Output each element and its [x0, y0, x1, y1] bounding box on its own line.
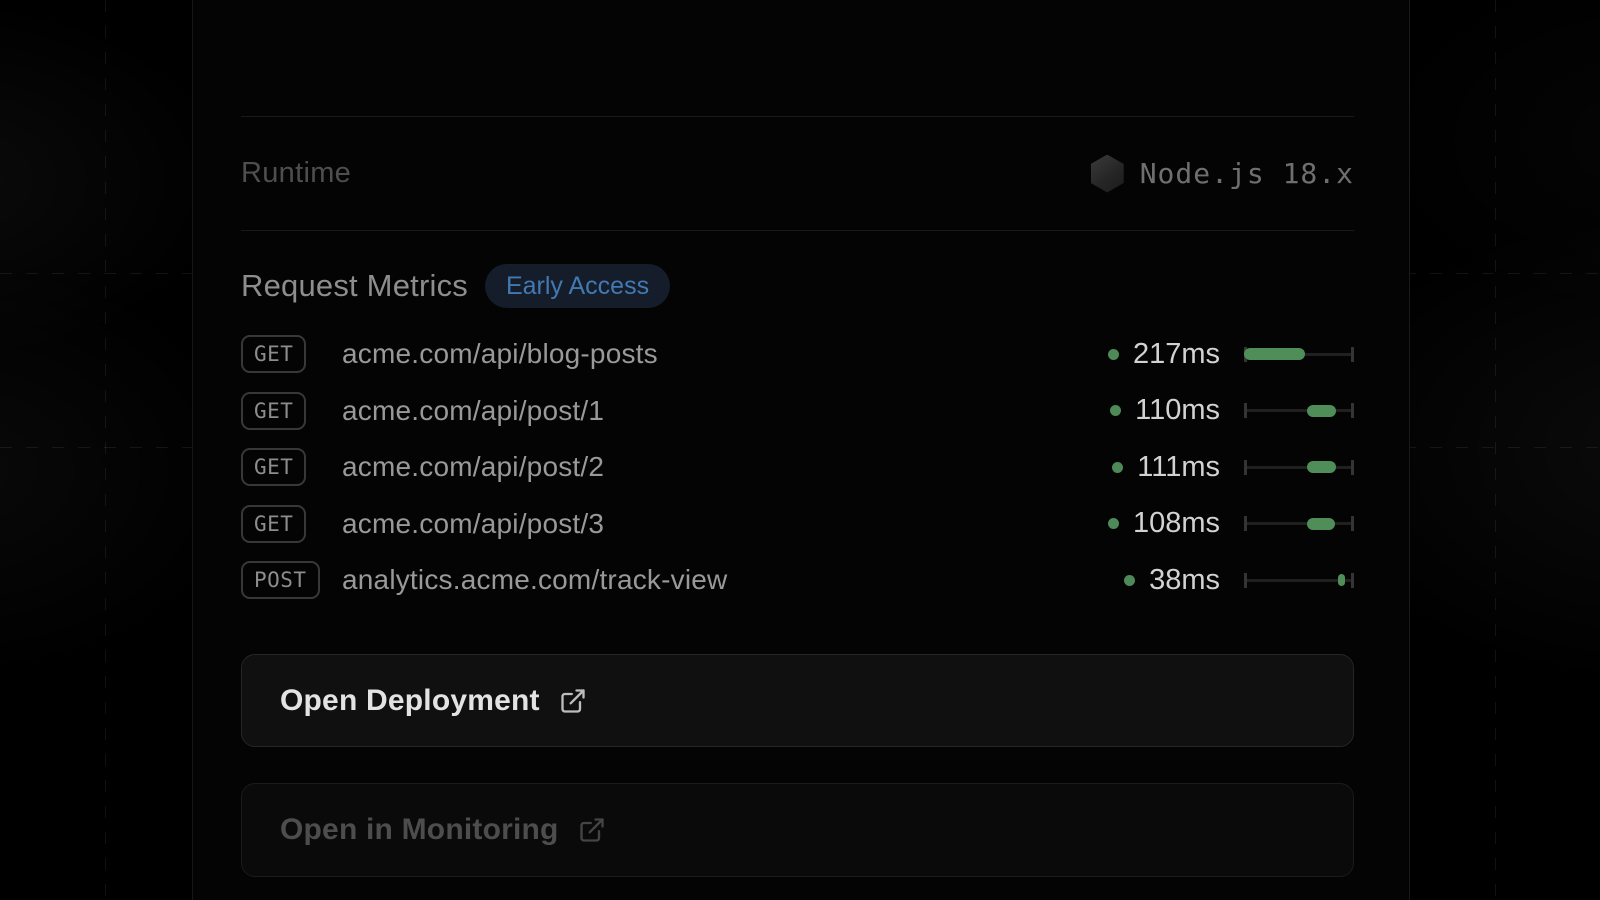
runtime-label: Runtime: [241, 157, 351, 190]
request-url: analytics.acme.com/track-view: [342, 564, 1005, 596]
runtime-value: Node.js 18.x: [1091, 155, 1354, 193]
early-access-badge: Early Access: [485, 264, 670, 308]
http-method-badge: GET: [241, 448, 306, 486]
request-row: GET acme.com/api/post/3 108ms: [241, 505, 1354, 543]
latency-value-group: 217ms: [1005, 338, 1220, 371]
request-url: acme.com/api/post/2: [342, 451, 1005, 483]
timeline-track: [1244, 466, 1354, 469]
background-grid-line: [1495, 0, 1496, 900]
method-column: GET: [241, 335, 342, 373]
latency-bar-fill: [1338, 574, 1345, 586]
request-url: acme.com/api/blog-posts: [342, 338, 1005, 370]
latency-text: 38ms: [1149, 564, 1220, 597]
open-deployment-button[interactable]: Open Deployment: [241, 654, 1354, 747]
latency-text: 217ms: [1133, 338, 1220, 371]
timeline-start-cap: [1244, 516, 1247, 531]
latency-bar-fill: [1307, 518, 1335, 530]
http-method-badge: POST: [241, 561, 320, 599]
latency-text: 110ms: [1135, 394, 1220, 427]
request-url: acme.com/api/post/3: [342, 508, 1005, 540]
timeline-start-cap: [1244, 403, 1247, 418]
external-link-icon: [578, 816, 606, 844]
open-deployment-label: Open Deployment: [280, 684, 540, 718]
http-method-badge: GET: [241, 335, 306, 373]
status-dot-icon: [1108, 518, 1119, 529]
method-column: POST: [241, 561, 342, 599]
latency-text: 108ms: [1133, 507, 1220, 540]
open-in-monitoring-label: Open in Monitoring: [280, 813, 559, 847]
deployment-summary-panel: Runtime Node.js 18.x Request Metrics Ear…: [192, 0, 1410, 900]
status-dot-icon: [1110, 405, 1121, 416]
runtime-version-text: Node.js 18.x: [1140, 157, 1354, 190]
status-dot-icon: [1124, 575, 1135, 586]
method-column: GET: [241, 392, 342, 430]
timeline-track: [1244, 409, 1354, 412]
external-link-icon: [559, 687, 587, 715]
request-metrics-title: Request Metrics: [241, 268, 468, 304]
timeline-end-cap: [1351, 403, 1354, 418]
latency-value-group: 110ms: [1005, 394, 1220, 427]
http-method-badge: GET: [241, 505, 306, 543]
latency-timeline-bar: [1244, 514, 1354, 534]
timeline-end-cap: [1351, 573, 1354, 588]
open-in-monitoring-button[interactable]: Open in Monitoring: [241, 783, 1354, 877]
latency-timeline-bar: [1244, 344, 1354, 364]
latency-value-group: 38ms: [1005, 564, 1220, 597]
request-url: acme.com/api/post/1: [342, 395, 1005, 427]
latency-text: 111ms: [1137, 451, 1220, 484]
request-row: GET acme.com/api/blog-posts 217ms: [241, 335, 1354, 373]
method-column: GET: [241, 505, 342, 543]
nodejs-hexagon-icon: [1091, 155, 1124, 193]
request-row: POST analytics.acme.com/track-view 38ms: [241, 561, 1354, 599]
background-grid-line: [105, 0, 106, 900]
timeline-end-cap: [1351, 460, 1354, 475]
request-metrics-heading: Request Metrics Early Access: [241, 264, 1354, 308]
latency-timeline-bar: [1244, 457, 1354, 477]
latency-timeline-bar: [1244, 401, 1354, 421]
status-dot-icon: [1112, 462, 1123, 473]
latency-timeline-bar: [1244, 570, 1354, 590]
status-dot-icon: [1108, 349, 1119, 360]
latency-value-group: 111ms: [1005, 451, 1220, 484]
request-row: GET acme.com/api/post/1 110ms: [241, 392, 1354, 430]
runtime-row: Runtime Node.js 18.x: [241, 117, 1354, 230]
latency-value-group: 108ms: [1005, 507, 1220, 540]
method-column: GET: [241, 448, 342, 486]
timeline-end-cap: [1351, 516, 1354, 531]
timeline-end-cap: [1351, 347, 1354, 362]
timeline-track: [1244, 522, 1354, 525]
timeline-start-cap: [1244, 460, 1247, 475]
latency-bar-fill: [1244, 348, 1305, 360]
top-spacer: [241, 0, 1354, 116]
request-row: GET acme.com/api/post/2 111ms: [241, 448, 1354, 486]
screen: Runtime Node.js 18.x Request Metrics Ear…: [0, 0, 1600, 900]
divider: [241, 230, 1354, 231]
latency-bar-fill: [1307, 461, 1337, 473]
request-list: GET acme.com/api/blog-posts 217ms GET ac…: [241, 335, 1354, 599]
timeline-start-cap: [1244, 573, 1247, 588]
latency-bar-fill: [1307, 405, 1336, 417]
http-method-badge: GET: [241, 392, 306, 430]
